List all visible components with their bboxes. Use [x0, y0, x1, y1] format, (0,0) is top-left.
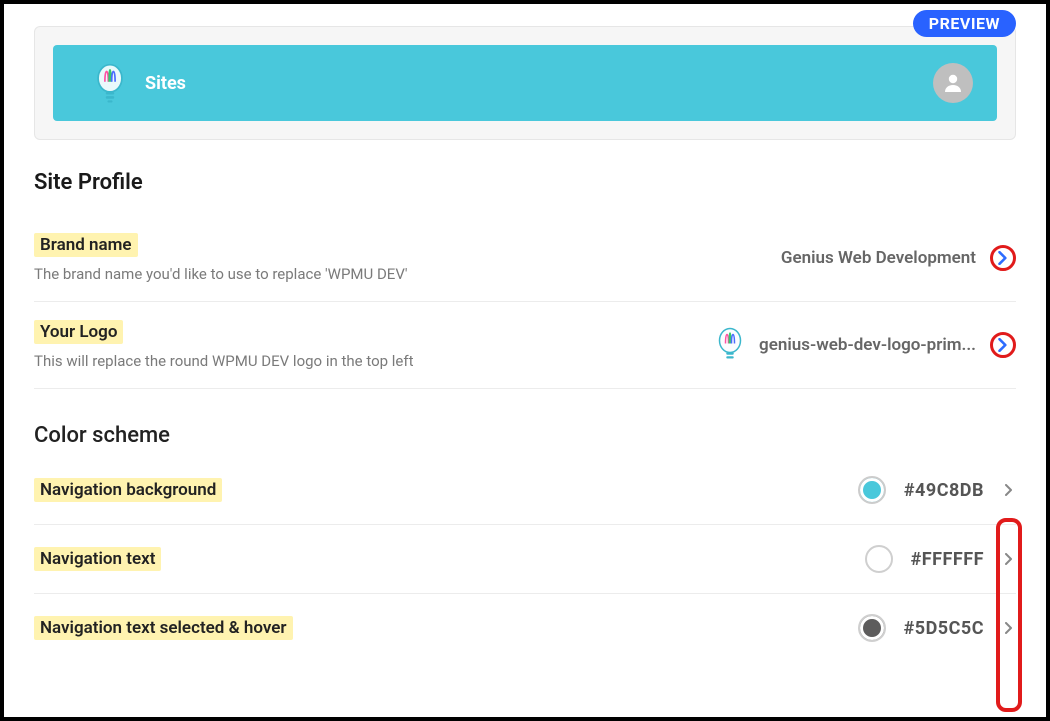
- nav-text-hover-label: Navigation text selected & hover: [34, 616, 293, 640]
- row-your-logo[interactable]: Your Logo This will replace the round WP…: [34, 302, 1016, 389]
- your-logo-desc: This will replace the round WPMU DEV log…: [34, 352, 695, 370]
- nav-text-hex: #FFFFFF: [911, 549, 984, 570]
- nav-preview-bar: Sites: [53, 45, 997, 121]
- avatar-icon[interactable]: [933, 63, 973, 103]
- brand-name-value: Genius Web Development: [781, 248, 976, 268]
- row-right: #5D5C5C: [858, 614, 1016, 642]
- row-nav-text-hover[interactable]: Navigation text selected & hover #5D5C5C: [34, 594, 1016, 662]
- nav-background-hex: #49C8DB: [904, 480, 984, 501]
- chevron-right-icon[interactable]: [1002, 483, 1016, 497]
- your-logo-value: genius-web-dev-logo-prim...: [759, 335, 976, 355]
- brand-name-label: Brand name: [34, 233, 138, 257]
- row-left: Your Logo This will replace the round WP…: [34, 320, 695, 370]
- section-title-site-profile: Site Profile: [34, 170, 1016, 195]
- chevron-right-icon[interactable]: [990, 245, 1016, 271]
- row-right: genius-web-dev-logo-prim...: [715, 328, 1016, 362]
- brand-name-desc: The brand name you'd like to use to repl…: [34, 265, 761, 283]
- nav-title: Sites: [145, 73, 186, 94]
- nav-left: Sites: [93, 66, 186, 100]
- preview-panel: Sites: [34, 26, 1016, 140]
- row-right: #FFFFFF: [865, 545, 1016, 573]
- nav-text-hover-hex: #5D5C5C: [904, 618, 984, 639]
- row-left: Brand name The brand name you'd like to …: [34, 233, 761, 283]
- section-title-color-scheme: Color scheme: [34, 423, 1016, 448]
- row-right: Genius Web Development: [781, 245, 1016, 271]
- row-brand-name[interactable]: Brand name The brand name you'd like to …: [34, 215, 1016, 302]
- logo-thumbnail-icon: [715, 328, 745, 362]
- row-nav-text[interactable]: Navigation text #FFFFFF: [34, 525, 1016, 594]
- row-right: #49C8DB: [858, 476, 1016, 504]
- chevron-right-icon[interactable]: [1002, 621, 1016, 635]
- chevron-right-icon[interactable]: [990, 332, 1016, 358]
- color-swatch-icon: [865, 545, 893, 573]
- color-swatch-icon: [858, 476, 886, 504]
- your-logo-label: Your Logo: [34, 320, 123, 344]
- nav-background-label: Navigation background: [34, 478, 222, 502]
- preview-badge: PREVIEW: [913, 10, 1016, 37]
- color-swatch-icon: [858, 614, 886, 642]
- row-nav-background[interactable]: Navigation background #49C8DB: [34, 456, 1016, 525]
- chevron-right-icon[interactable]: [1002, 552, 1016, 566]
- brand-logo-icon: [93, 66, 127, 100]
- nav-text-label: Navigation text: [34, 547, 161, 571]
